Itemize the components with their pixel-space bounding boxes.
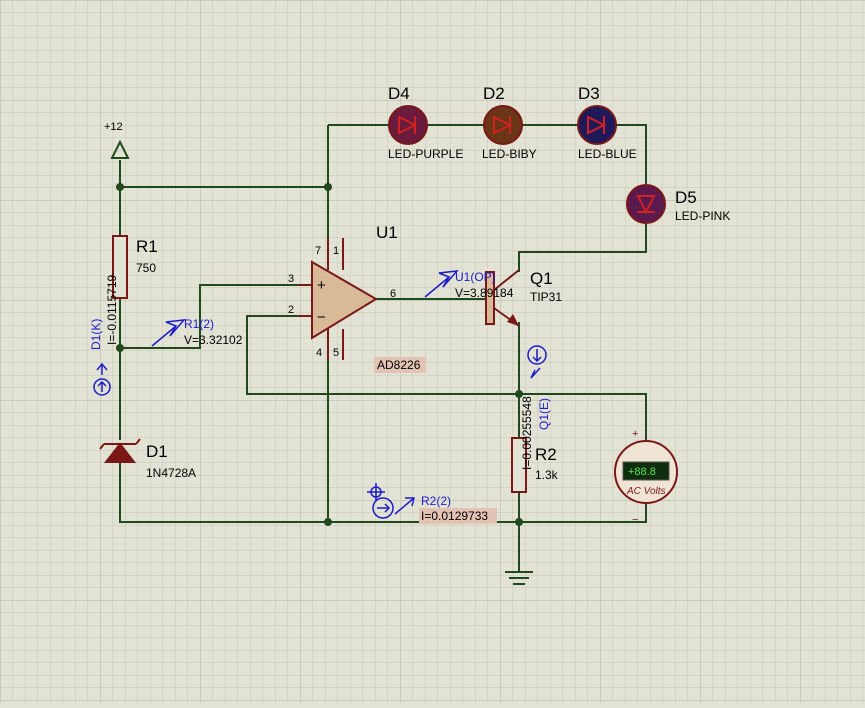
probe-q1-e-name: Q1(E)	[537, 398, 551, 430]
u1-plus-sign: +	[317, 277, 326, 294]
r1-value: 750	[136, 261, 156, 275]
r2-ref: R2	[535, 445, 557, 464]
schematic-svg: +12 R1 750 D1 1N4728A + − 7 1 3 2 6 4 5 …	[0, 0, 865, 703]
power-label: +12	[104, 121, 123, 133]
junction-dot	[324, 518, 332, 526]
u1-pin4: 4	[316, 347, 322, 359]
d4-ref: D4	[388, 84, 410, 103]
junction-dot	[116, 183, 124, 191]
grid-background	[0, 0, 865, 703]
voltmeter-label: AC Volts	[626, 486, 666, 497]
q1-ref: Q1	[530, 269, 553, 288]
u1-minus-sign: −	[317, 309, 326, 326]
junction-dot	[324, 183, 332, 191]
d2-ref: D2	[483, 84, 505, 103]
voltmeter-plus: +	[632, 428, 638, 440]
u1-pin2: 2	[288, 304, 294, 316]
u1-pin5: 5	[333, 347, 339, 359]
u1-pin1: 1	[333, 245, 339, 257]
u1-pin3: 3	[288, 273, 294, 285]
probe-r2-2-name: R2(2)	[421, 494, 451, 508]
d1-value: 1N4728A	[146, 466, 196, 480]
u1-ref: U1	[376, 223, 398, 242]
probe-d1-k-name: D1(K)	[89, 319, 103, 350]
junction-dot	[515, 518, 523, 526]
d5-ref: D5	[675, 188, 697, 207]
d3-value: LED-BLUE	[578, 147, 637, 161]
voltmeter-minus: −	[632, 514, 638, 526]
q1-value: TIP31	[530, 290, 562, 304]
probe-r1-2-name: R1(2)	[184, 317, 214, 331]
probe-u1-op-name: U1(OP)	[455, 270, 496, 284]
d4-value: LED-PURPLE	[388, 147, 463, 161]
voltmeter-display: +88.8	[628, 466, 656, 478]
u1-pin6: 6	[390, 288, 396, 300]
d2-value: LED-BIBY	[482, 147, 537, 161]
schematic-canvas[interactable]: +12 R1 750 D1 1N4728A + − 7 1 3 2 6 4 5 …	[0, 0, 865, 703]
r2-value: 1.3k	[535, 468, 559, 482]
probe-u1-op-reading: V=3.89184	[455, 286, 514, 300]
probe-d1-k-reading: I=-0.0115719	[105, 275, 119, 345]
d3-ref: D3	[578, 84, 600, 103]
d1-ref: D1	[146, 442, 168, 461]
r1-ref: R1	[136, 237, 158, 256]
probe-r1-2-reading: V=3.32102	[184, 333, 243, 347]
probe-q1-e-reading: I=0.00255548	[520, 396, 534, 470]
probe-r2-2-reading: I=0.0129733	[421, 509, 488, 523]
u1-pin7: 7	[315, 245, 321, 257]
u1-value: AD8226	[377, 358, 421, 372]
d5-value: LED-PINK	[675, 209, 730, 223]
